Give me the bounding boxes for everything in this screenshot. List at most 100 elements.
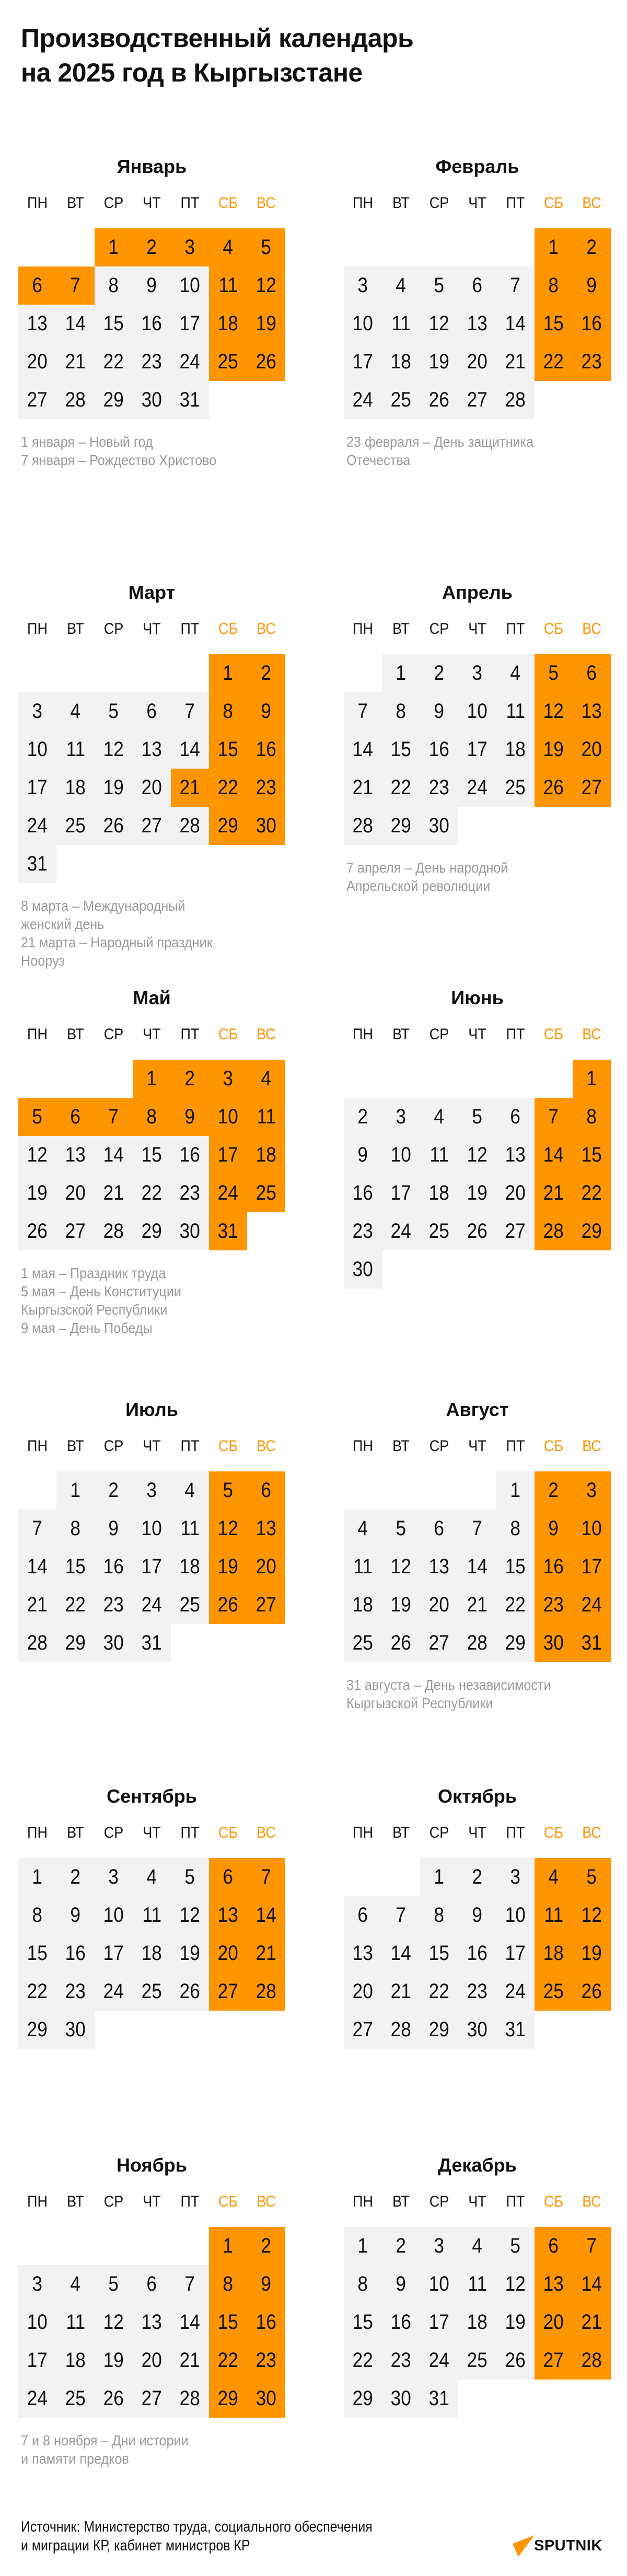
day-off-cell: 12 bbox=[247, 266, 285, 305]
day-off-cell: 1 bbox=[209, 654, 247, 692]
day-number: 2 bbox=[586, 236, 597, 259]
workday-cell: 10 bbox=[420, 2265, 458, 2303]
day-number: 28 bbox=[179, 814, 201, 837]
weekday-label: ВТ bbox=[67, 1026, 84, 1043]
day-number: 25 bbox=[505, 776, 526, 799]
day-off-cell: 1 bbox=[573, 1060, 611, 1098]
day-number: 28 bbox=[179, 2387, 201, 2410]
weekday-label: СР bbox=[103, 620, 124, 637]
day-off-cell: 7 bbox=[535, 1098, 573, 1136]
workday-cell: 14 bbox=[18, 1548, 56, 1586]
workday-cell: 2 bbox=[458, 1858, 496, 1896]
workday-cell: 9 bbox=[458, 1896, 496, 1934]
title-line: на 2025 год в Кыргызстане bbox=[21, 58, 363, 87]
day-off-cell: 1 bbox=[209, 2227, 247, 2265]
weekday-label: ПН bbox=[27, 1824, 48, 1841]
day-off-cell: 1 bbox=[95, 228, 133, 266]
weekday-label: ВТ bbox=[67, 1824, 84, 1841]
workday-cell: 3 bbox=[496, 1858, 535, 1896]
workday-cell: 17 bbox=[18, 2341, 56, 2380]
day-off-cell: 19 bbox=[535, 730, 573, 769]
day-number: 22 bbox=[352, 2349, 374, 2372]
day-number: 22 bbox=[581, 1181, 602, 1204]
weekday-label: ПН bbox=[27, 2193, 48, 2210]
workday-cell: 22 bbox=[344, 2341, 382, 2380]
day-number: 17 bbox=[505, 1942, 526, 1965]
day-number: 1 bbox=[434, 1865, 445, 1888]
weekday-label: ПТ bbox=[506, 1437, 525, 1455]
day-number: 22 bbox=[27, 1980, 48, 2003]
day-number: 8 bbox=[223, 2272, 234, 2295]
day-number: 28 bbox=[256, 1980, 277, 2003]
day-off-cell: 18 bbox=[209, 305, 247, 343]
day-number: 19 bbox=[256, 312, 277, 335]
day-number: 15 bbox=[352, 2311, 374, 2334]
day-off-cell: 29 bbox=[209, 807, 247, 845]
workday-cell: 17 bbox=[18, 769, 56, 807]
workday-cell: 29 bbox=[95, 381, 133, 419]
day-number: 26 bbox=[217, 1593, 239, 1616]
day-off-cell: 6 bbox=[209, 1858, 247, 1896]
day-number: 3 bbox=[434, 2234, 445, 2257]
day-number: 28 bbox=[103, 1220, 124, 1243]
day-number: 26 bbox=[581, 1980, 602, 2003]
day-number: 12 bbox=[467, 1143, 488, 1166]
workday-cell: 19 bbox=[382, 1586, 420, 1624]
workday-cell: 17 bbox=[420, 2303, 458, 2341]
workday-cell: 5 bbox=[95, 2265, 133, 2303]
workday-cell: 11 bbox=[56, 730, 95, 769]
day-number: 15 bbox=[581, 1143, 602, 1166]
day-off-cell: 15 bbox=[209, 2303, 247, 2341]
workday-cell: 22 bbox=[18, 1972, 56, 2011]
day-number: 5 bbox=[32, 1105, 43, 1128]
day-number: 22 bbox=[543, 350, 564, 373]
day-number: 24 bbox=[505, 1980, 526, 2003]
day-off-cell: 5 bbox=[247, 228, 285, 266]
holiday-notes: 8 марта – Международный женский день 21 ма… bbox=[21, 897, 293, 970]
day-number: 2 bbox=[472, 1865, 483, 1888]
workday-cell: 12 bbox=[420, 305, 458, 343]
weekday-label: ПТ bbox=[506, 1824, 525, 1841]
workday-cell: 24 bbox=[458, 769, 496, 807]
day-number: 11 bbox=[429, 1143, 449, 1166]
sputnik-logo: SPUTNIK bbox=[509, 2532, 614, 2560]
day-off-cell: 21 bbox=[247, 1934, 285, 1972]
workday-cell: 11 bbox=[458, 2265, 496, 2303]
workday-cell: 16 bbox=[133, 305, 171, 343]
day-number: 25 bbox=[65, 2387, 86, 2410]
day-number: 30 bbox=[256, 2387, 277, 2410]
day-number: 11 bbox=[257, 1105, 276, 1128]
workday-cell: 9 bbox=[95, 1510, 133, 1548]
day-number: 30 bbox=[428, 814, 450, 837]
weekday-label: ВС bbox=[582, 2193, 601, 2210]
day-number: 11 bbox=[468, 2272, 487, 2295]
day-off-cell: 11 bbox=[209, 266, 247, 305]
day-number: 4 bbox=[434, 1105, 445, 1128]
day-off-cell: 26 bbox=[209, 1586, 247, 1624]
workday-cell: 13 bbox=[18, 305, 56, 343]
weekday-label: ВТ bbox=[67, 194, 84, 212]
day-number: 27 bbox=[141, 814, 162, 837]
day-number: 24 bbox=[179, 350, 201, 373]
weekday-label: ЧТ bbox=[143, 2193, 161, 2210]
day-off-cell: 21 bbox=[535, 1174, 573, 1212]
day-off-cell: 3 bbox=[171, 228, 209, 266]
workday-cell: 10 bbox=[496, 1896, 535, 1934]
workday-cell: 28 bbox=[344, 807, 382, 845]
day-off-cell: 11 bbox=[535, 1896, 573, 1934]
workday-cell: 11 bbox=[171, 1510, 209, 1548]
day-off-cell: 14 bbox=[573, 2265, 611, 2303]
day-number: 21 bbox=[65, 350, 86, 373]
day-off-cell: 26 bbox=[573, 1972, 611, 2011]
workday-cell: 29 bbox=[18, 2011, 56, 2049]
workday-cell: 28 bbox=[56, 381, 95, 419]
day-off-cell: 9 bbox=[171, 1098, 209, 1136]
day-number: 20 bbox=[27, 350, 48, 373]
day-number: 19 bbox=[103, 776, 124, 799]
day-number: 29 bbox=[217, 2387, 239, 2410]
day-number: 5 bbox=[472, 1105, 483, 1128]
day-number: 25 bbox=[179, 1593, 201, 1616]
holiday-note: 7 и 8 ноября – Дни истории bbox=[21, 2432, 189, 2449]
workday-cell: 9 bbox=[382, 2265, 420, 2303]
weekday-label: СБ bbox=[218, 194, 238, 212]
